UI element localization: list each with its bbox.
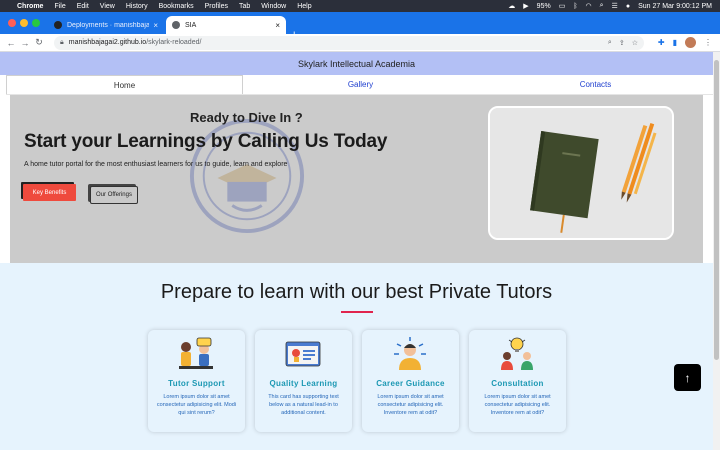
- minimize-window-button[interactable]: [20, 19, 28, 27]
- quality-learning-icon: [285, 341, 321, 367]
- card-consultation[interactable]: Consultation Lorem ipsum dolor sit amet …: [469, 330, 566, 432]
- bluetooth-icon[interactable]: ᛒ: [573, 3, 577, 10]
- nav-gallery[interactable]: Gallery: [243, 75, 478, 94]
- zoom-icon[interactable]: ⌕: [608, 39, 612, 47]
- menu-view[interactable]: View: [100, 3, 115, 10]
- menu-edit[interactable]: Edit: [77, 3, 89, 10]
- close-icon[interactable]: ×: [275, 21, 280, 30]
- close-window-button[interactable]: [8, 19, 16, 27]
- key-benefits-button[interactable]: Key Benefits: [23, 184, 76, 201]
- hero-headline: Start your Learnings by Calling Us Today: [24, 131, 388, 152]
- tab-sia[interactable]: SIA ×: [166, 16, 286, 34]
- hero-notebook-photo: [488, 106, 674, 240]
- hero-subtitle: A home tutor portal for the most enthusi…: [24, 161, 288, 168]
- tab-deployments[interactable]: Deployments · manishbajagai2/... ×: [48, 16, 164, 34]
- nav-contacts[interactable]: Contacts: [478, 75, 713, 94]
- site-nav: Home Gallery Contacts: [6, 75, 713, 95]
- menu-profiles[interactable]: Profiles: [205, 3, 228, 10]
- tutor-support-icon: [179, 337, 213, 369]
- search-icon[interactable]: ⌕: [600, 2, 604, 10]
- extensions-icon[interactable]: ✚: [658, 38, 665, 47]
- omnibox-actions: ⌕ ⇪ ☆: [608, 39, 638, 47]
- menu-app-name[interactable]: Chrome: [17, 3, 43, 10]
- menu-window[interactable]: Window: [261, 3, 286, 10]
- side-panel-icon[interactable]: ▮: [673, 38, 677, 47]
- card-tutor-support[interactable]: Tutor Support Lorem ipsum dolor sit amet…: [148, 330, 245, 432]
- browser-toolbar: ← → ↻ 🔒︎ manishbajagai2.github.io /skyla…: [0, 34, 720, 52]
- tab-title: SIA: [185, 21, 197, 29]
- profile-avatar[interactable]: [685, 37, 696, 48]
- our-offerings-button[interactable]: Our Offerings: [90, 186, 138, 204]
- battery-icon[interactable]: ▭: [559, 2, 566, 10]
- more-menu-icon[interactable]: ⋮: [704, 38, 712, 47]
- menu-tab[interactable]: Tab: [239, 3, 250, 10]
- card-text: This card has supporting text below as a…: [268, 394, 339, 416]
- card-title: Career Guidance: [376, 379, 445, 388]
- card-text: Lorem ipsum dolor sit amet consectetur a…: [484, 394, 551, 416]
- card-text: Lorem ipsum dolor sit amet consectetur a…: [156, 394, 237, 416]
- window-controls: [8, 19, 40, 27]
- card-title: Tutor Support: [168, 379, 225, 388]
- consultation-icon: [501, 337, 533, 370]
- menu-help[interactable]: Help: [297, 3, 311, 10]
- bookmark-star-icon[interactable]: ☆: [632, 39, 638, 47]
- back-to-top-button[interactable]: ↑: [674, 364, 701, 391]
- control-center-icon[interactable]: ☰: [612, 2, 618, 10]
- url-path: /skylark-reloaded/: [146, 39, 202, 46]
- scrollbar-thumb[interactable]: [714, 60, 719, 360]
- menu-history[interactable]: History: [126, 3, 148, 10]
- arrow-up-icon: ↑: [684, 370, 691, 385]
- card-career-guidance[interactable]: Career Guidance Lorem ipsum dolor sit am…: [362, 330, 459, 432]
- back-arrow-icon[interactable]: ←: [4, 38, 18, 48]
- github-icon: [54, 21, 62, 29]
- hero-kicker: Ready to Dive In ?: [190, 110, 303, 125]
- nav-home[interactable]: Home: [6, 75, 243, 94]
- tab-title: Deployments · manishbajagai2/...: [67, 21, 150, 29]
- lock-icon[interactable]: 🔒︎: [60, 39, 64, 47]
- forward-arrow-icon[interactable]: →: [18, 38, 32, 48]
- toolbar-right: ✚ ▮ ⋮: [658, 37, 712, 48]
- clock[interactable]: Sun 27 Mar 9:00:12 PM: [638, 3, 712, 10]
- url-host: manishbajagai2.github.io: [68, 39, 147, 46]
- site-title: Skylark Intellectual Academia: [297, 58, 416, 69]
- globe-icon: [172, 21, 180, 29]
- share-icon[interactable]: ⇪: [619, 39, 625, 47]
- card-text: Lorem ipsum dolor sit amet consectetur a…: [377, 394, 444, 416]
- tutors-section: Prepare to learn with our best Private T…: [0, 263, 713, 450]
- site-header: Skylark Intellectual Academia: [0, 52, 713, 75]
- battery-percent[interactable]: 95%: [537, 3, 551, 10]
- notebook-image: [490, 108, 672, 238]
- status-area: ☁ ▶ 95% ▭ ᛒ ◠ ⌕ ☰ ● Sun 27 Mar 9:00:12 P…: [508, 2, 712, 10]
- page-viewport: Skylark Intellectual Academia Home Galle…: [0, 52, 713, 450]
- zoom-window-button[interactable]: [32, 19, 40, 27]
- menu-bookmarks[interactable]: Bookmarks: [159, 3, 194, 10]
- tab-strip: Deployments · manishbajagai2/... × SIA ×…: [0, 12, 720, 41]
- wifi-icon[interactable]: ◠: [586, 2, 592, 10]
- section-title: Prepare to learn with our best Private T…: [160, 281, 553, 303]
- menu-file[interactable]: File: [54, 3, 65, 10]
- title-underline: [341, 311, 373, 313]
- play-icon[interactable]: ▶: [523, 2, 528, 10]
- siri-icon[interactable]: ●: [626, 3, 630, 10]
- macos-menu-bar: Chrome File Edit View History Bookmarks …: [0, 0, 720, 12]
- address-bar[interactable]: 🔒︎ manishbajagai2.github.io /skylark-rel…: [54, 35, 644, 50]
- reload-icon[interactable]: ↻: [32, 37, 46, 48]
- career-guidance-icon: [394, 337, 426, 370]
- card-title: Consultation: [491, 379, 544, 388]
- hero-section: Ready to Dive In ? Start your Learnings …: [10, 95, 703, 263]
- page-scrollbar[interactable]: [713, 52, 720, 450]
- cloud-icon[interactable]: ☁: [508, 2, 515, 10]
- card-quality-learning[interactable]: Quality Learning This card has supportin…: [255, 330, 352, 432]
- close-icon[interactable]: ×: [153, 21, 158, 30]
- card-title: Quality Learning: [269, 379, 338, 388]
